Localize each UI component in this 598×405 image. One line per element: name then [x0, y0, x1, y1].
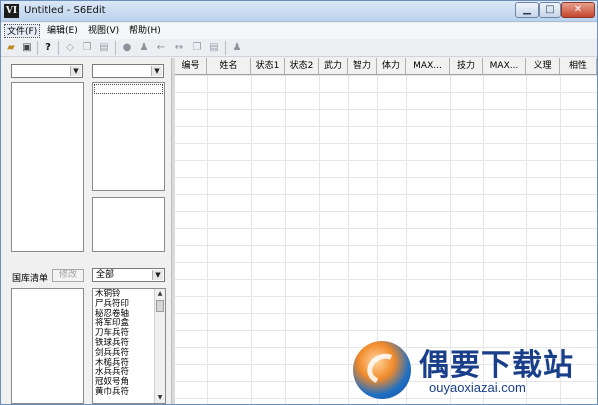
main-window: VI Untitled - S6Edit ▁ □ ✕ 文件(F) 编辑(E) 视…	[0, 0, 598, 405]
menu-view[interactable]: 视图(V)	[86, 24, 121, 38]
toolbar-separator	[58, 41, 59, 55]
chevron-down-icon[interactable]: ▼	[152, 270, 163, 280]
grid-column-line	[319, 75, 320, 404]
watermark-title: 偶要下载站	[419, 348, 574, 383]
column-header[interactable]: 技力	[450, 58, 483, 74]
open-folder-icon[interactable]: ▰	[4, 41, 18, 54]
column-header[interactable]: MAX...	[483, 58, 526, 74]
person-icon[interactable]: ♟	[230, 41, 244, 54]
chevron-down-icon[interactable]: ▼	[151, 66, 162, 76]
maximize-button[interactable]: □	[539, 2, 561, 18]
grid-header: 编号 姓名 状态1 状态2 武力 智力 体力 MAX... 技力 MAX... …	[175, 58, 597, 75]
right-list-box[interactable]	[92, 82, 165, 191]
toolbar-separator	[115, 41, 116, 55]
item-list-entries: 木铜铃 尸兵符印 秘忍卷轴 将军印盒 刀车兵符 铁球兵符 剑兵兵符 木槌兵符 水…	[95, 289, 153, 398]
arrow-left-icon[interactable]: ←	[154, 41, 168, 54]
inventory-box[interactable]	[11, 288, 84, 404]
left-panel: ▼ ▼ 国库清单 修改 全部 ▼ 木铜铃 尸兵符印 秘忍卷轴 将军印盒 刀车兵符…	[1, 58, 171, 404]
watermark-url: ouyaoxiazai.com	[429, 380, 526, 395]
menu-help[interactable]: 帮助(H)	[127, 24, 163, 38]
column-header[interactable]: 武力	[319, 58, 348, 74]
chevron-down-icon[interactable]: ▼	[70, 66, 81, 76]
column-header[interactable]: MAX...	[406, 58, 450, 74]
menu-edit[interactable]: 编辑(E)	[45, 24, 80, 38]
modify-button[interactable]: 修改	[52, 269, 84, 282]
help-icon[interactable]: ?	[41, 41, 55, 54]
toolbar: ▰ ▣ ? ◇ ❐ ▤ ● ♟ ← ↔ ❐ ▤ ♟	[1, 39, 597, 57]
scroll-thumb[interactable]	[156, 300, 164, 312]
watermark: 偶要下载站 ouyaoxiazai.com	[353, 336, 597, 404]
grid-column-line	[285, 75, 286, 404]
toolbar-separator	[37, 41, 38, 55]
left-list-box[interactable]	[11, 82, 84, 252]
left-top-combo[interactable]: ▼	[11, 64, 83, 78]
right-top-combo[interactable]: ▼	[92, 64, 164, 78]
column-header[interactable]: 状态1	[251, 58, 285, 74]
scroll-down-icon[interactable]: ▼	[155, 393, 165, 403]
scroll-up-icon[interactable]: ▲	[155, 289, 165, 299]
person-icon[interactable]: ♟	[137, 41, 151, 54]
eraser-icon[interactable]: ◇	[63, 41, 77, 54]
menu-bar: 文件(F) 编辑(E) 视图(V) 帮助(H)	[1, 23, 597, 39]
toolbar-separator	[225, 41, 226, 55]
minimize-button[interactable]: ▁	[515, 2, 539, 18]
grid-column-line	[251, 75, 252, 404]
column-header[interactable]: 姓名	[207, 58, 251, 74]
vertical-scrollbar[interactable]: ▲ ▼	[154, 289, 165, 403]
library-label: 国库清单	[12, 274, 49, 284]
column-header[interactable]: 智力	[348, 58, 377, 74]
column-header[interactable]: 义理	[526, 58, 560, 74]
grid-column-line	[207, 75, 208, 404]
column-header[interactable]: 编号	[175, 58, 207, 74]
window-title: Untitled - S6Edit	[24, 5, 106, 16]
comment-icon[interactable]: ●	[120, 41, 134, 54]
copy-icon[interactable]: ❐	[190, 41, 204, 54]
save-icon[interactable]: ▣	[20, 41, 34, 54]
grid-column-line	[348, 75, 349, 404]
item-list[interactable]: 木铜铃 尸兵符印 秘忍卷轴 将军印盒 刀车兵符 铁球兵符 剑兵兵符 木槌兵符 水…	[92, 288, 166, 404]
app-icon[interactable]: VI	[4, 4, 19, 18]
title-bar[interactable]: VI Untitled - S6Edit ▁ □ ✕	[1, 1, 597, 22]
arrow-both-icon[interactable]: ↔	[172, 41, 186, 54]
menu-file[interactable]: 文件(F)	[4, 24, 41, 38]
paste-icon[interactable]: ▤	[207, 41, 221, 54]
close-button[interactable]: ✕	[561, 2, 595, 18]
list-item[interactable]: 黄巾兵符	[95, 387, 153, 398]
category-combo-value: 全部	[96, 270, 115, 280]
detail-box[interactable]	[92, 197, 165, 252]
paste-icon[interactable]: ▤	[97, 41, 111, 54]
category-combo[interactable]: 全部 ▼	[92, 268, 165, 282]
column-header[interactable]: 状态2	[285, 58, 319, 74]
selected-row[interactable]	[94, 84, 163, 94]
copy-icon[interactable]: ❐	[80, 41, 94, 54]
column-header[interactable]: 相性	[560, 58, 597, 74]
column-header[interactable]: 体力	[377, 58, 406, 74]
